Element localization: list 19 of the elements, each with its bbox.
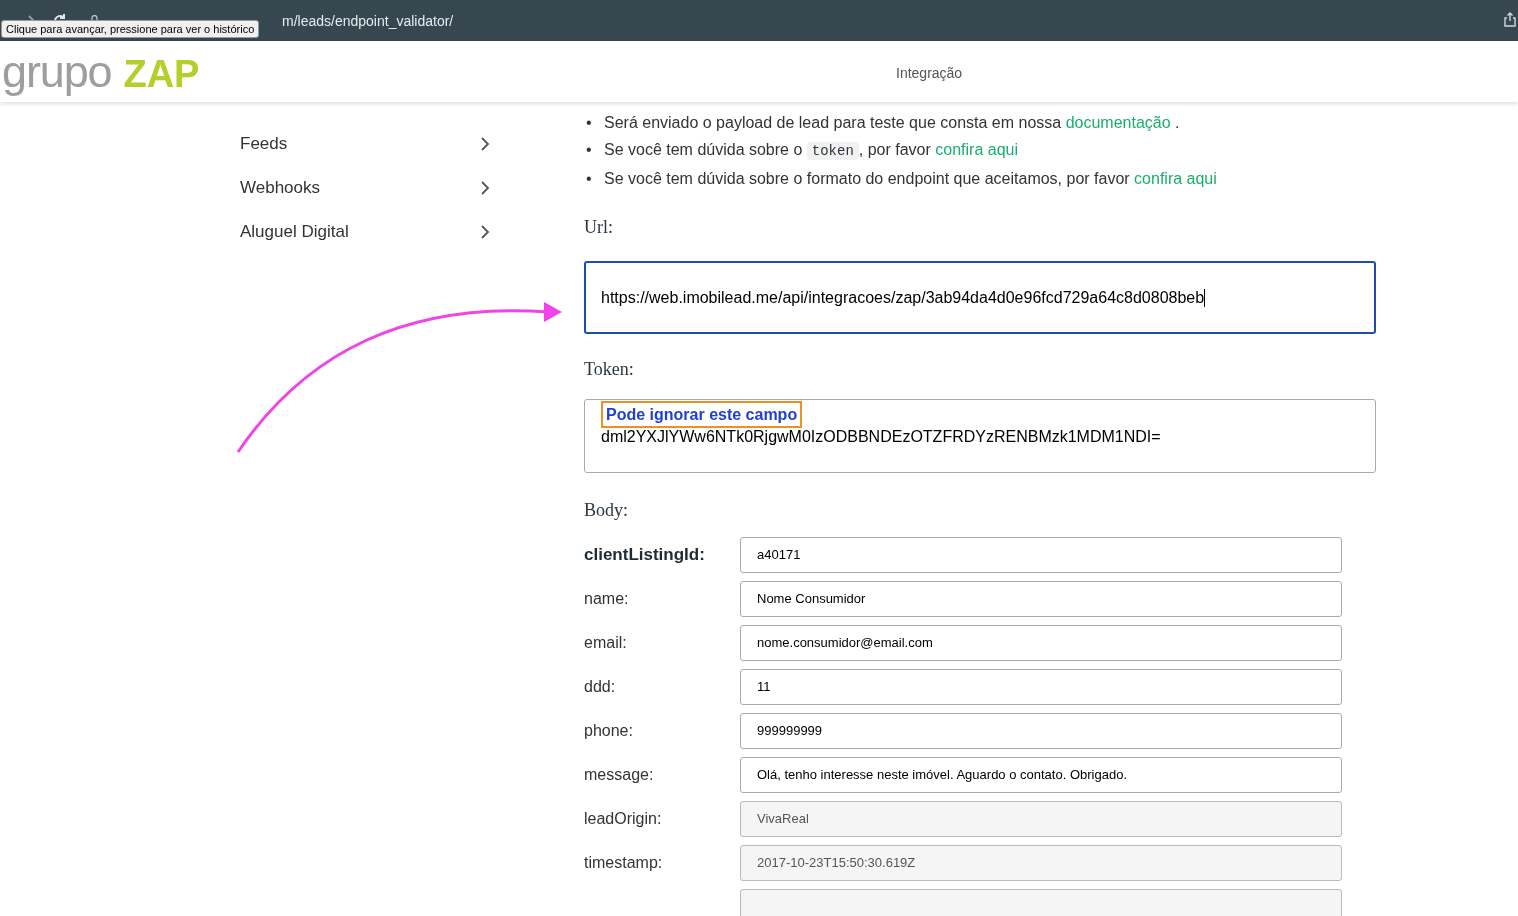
field-label: email: — [584, 634, 627, 651]
field-label: ddd: — [584, 678, 616, 695]
info-bullet: • Será enviado o payload de lead para teste que consta em nossa documentação . — [585, 113, 1180, 133]
info-bullet: • Se você tem dúvida sobre o token , por favor confira aqui — [585, 140, 1018, 162]
field-label: phone: — [584, 722, 633, 739]
tooltip: Clique para avançar, pressione para ver o histórico — [1, 20, 260, 38]
token-label: Token: — [584, 358, 634, 381]
field-label: name: — [584, 590, 629, 607]
code-snippet: token — [806, 142, 859, 160]
field-label: clientListingId: — [584, 545, 705, 565]
token-value: dml2YXJlYWw6NTk0RjgwM0IzODBBNDEzOTZFRDYzRENBMzk1MDM1NDI= — [601, 427, 1162, 447]
body-label: Body: — [584, 499, 628, 522]
ignore-field-note: Pode ignorar este campo — [601, 401, 803, 428]
info-bullet: • Se você tem dúvida sobre o formato do endpoint que aceitamos, por favor confira aqui — [585, 169, 1217, 189]
page-title: Integração — [896, 64, 963, 83]
field-label: message: — [584, 766, 654, 783]
url-label: Url: — [584, 216, 613, 239]
field-label: timestamp: — [584, 854, 663, 871]
field-label: leadOrigin: — [584, 810, 662, 827]
